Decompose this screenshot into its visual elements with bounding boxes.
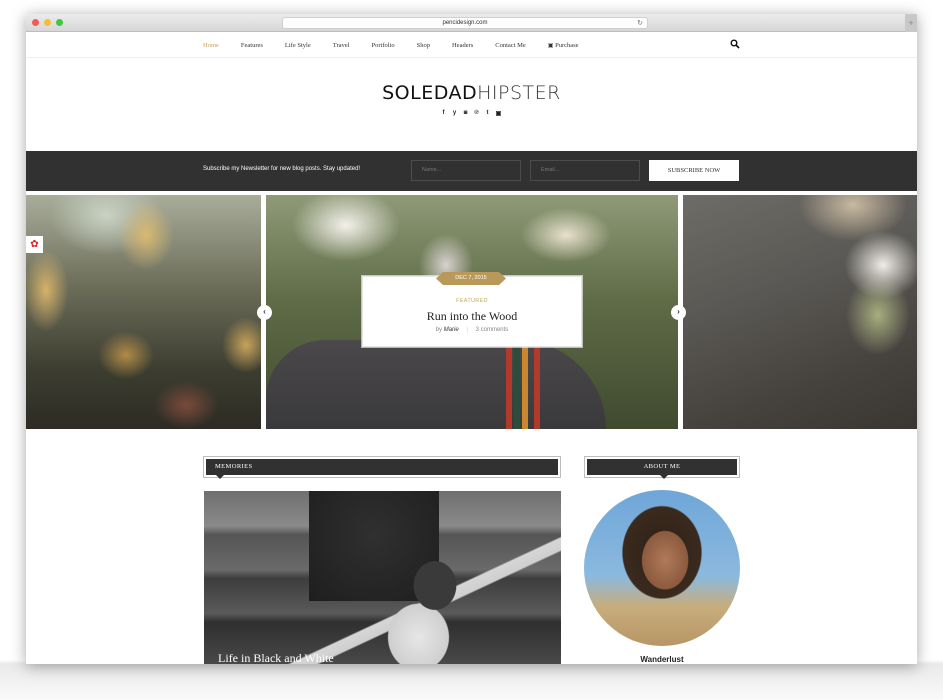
address-bar[interactable]: pencidesign.com ↻ bbox=[282, 17, 648, 29]
post-title[interactable]: Run into the Wood bbox=[363, 309, 581, 324]
maximize-window-button[interactable] bbox=[56, 19, 63, 26]
post-author-link[interactable]: Marie bbox=[444, 327, 459, 333]
nav-item-travel[interactable]: Travel bbox=[333, 42, 350, 49]
slider-prev-button[interactable]: ‹ bbox=[257, 305, 272, 320]
post-by-label: by bbox=[435, 327, 443, 333]
nav-item-purchase[interactable]: ▣ Purchase bbox=[548, 42, 579, 49]
slide-bouquet-tree[interactable] bbox=[683, 195, 917, 429]
about-name: Wanderlust bbox=[640, 655, 684, 664]
nav-item-headers[interactable]: Headers bbox=[452, 42, 473, 49]
main-navigation: Home Features Life Style Travel Portfoli… bbox=[26, 32, 917, 58]
about-section-heading: ABOUT ME bbox=[584, 456, 740, 479]
memories-post-title[interactable]: Life in Black and White bbox=[218, 651, 334, 664]
meta-separator: | bbox=[466, 327, 468, 333]
browser-window: pencidesign.com ↻ + Home Features Life S… bbox=[26, 14, 917, 664]
reload-icon[interactable]: ↻ bbox=[637, 18, 643, 29]
social-links: f y ◙ ℗ t ▣ bbox=[440, 110, 502, 117]
browser-title-bar: pencidesign.com ↻ + bbox=[26, 14, 917, 32]
slide-autumn-leaves[interactable] bbox=[26, 195, 261, 429]
site-logo[interactable]: SOLEDADHIPSTER bbox=[26, 82, 917, 104]
twitter-icon[interactable]: y bbox=[451, 110, 458, 117]
slider-next-button[interactable]: › bbox=[671, 305, 686, 320]
new-tab-button[interactable]: + bbox=[905, 14, 917, 32]
youtube-icon[interactable]: ▣ bbox=[495, 110, 502, 117]
memories-section-heading: MEMORIES bbox=[203, 456, 561, 479]
nav-item-contact-me[interactable]: Contact Me bbox=[495, 42, 526, 49]
featured-slider: ✿ ‹ › DEC 7, 2015 FEATURED Run into the … bbox=[26, 195, 917, 429]
image-woman-on-steps bbox=[369, 551, 479, 664]
post-date-badge: DEC 7, 2015 bbox=[436, 272, 506, 285]
newsletter-text: Subscribe my Newsletter for new blog pos… bbox=[203, 166, 361, 172]
about-avatar bbox=[584, 490, 740, 646]
about-heading-text: ABOUT ME bbox=[587, 459, 737, 479]
featured-post-card[interactable]: DEC 7, 2015 FEATURED Run into the Wood b… bbox=[362, 272, 582, 347]
tumblr-icon[interactable]: t bbox=[484, 110, 491, 117]
blanket-stripe bbox=[534, 335, 540, 429]
nav-item-features[interactable]: Features bbox=[241, 42, 263, 49]
settings-gear-icon[interactable]: ✿ bbox=[26, 236, 43, 253]
screen: pencidesign.com ↻ + Home Features Life S… bbox=[0, 0, 943, 700]
newsletter-email-input[interactable]: Email... bbox=[530, 160, 640, 181]
minimize-window-button[interactable] bbox=[44, 19, 51, 26]
cart-icon: ▣ bbox=[547, 42, 554, 49]
nav-item-home[interactable]: Home bbox=[203, 42, 219, 49]
memories-heading-text: MEMORIES bbox=[206, 459, 558, 479]
pinterest-icon[interactable]: ℗ bbox=[473, 110, 480, 117]
search-icon[interactable] bbox=[730, 39, 740, 49]
nav-item-purchase-label: Purchase bbox=[555, 41, 579, 49]
blanket-stripe bbox=[506, 335, 512, 429]
nav-item-portfolio[interactable]: Portfolio bbox=[371, 42, 394, 49]
post-comments-link[interactable]: 3 comments bbox=[476, 327, 509, 333]
close-window-button[interactable] bbox=[32, 19, 39, 26]
logo-part-hipster: HIPSTER bbox=[477, 82, 561, 104]
facebook-icon[interactable]: f bbox=[440, 110, 447, 117]
logo-part-soledad: SOLEDAD bbox=[382, 82, 478, 104]
nav-item-shop[interactable]: Shop bbox=[417, 42, 430, 49]
instagram-icon[interactable]: ◙ bbox=[462, 110, 469, 117]
post-category[interactable]: FEATURED bbox=[363, 298, 581, 304]
nav-item-life-style[interactable]: Life Style bbox=[285, 42, 311, 49]
newsletter-bar: Subscribe my Newsletter for new blog pos… bbox=[26, 151, 917, 191]
memories-post-image[interactable]: Life in Black and White bbox=[204, 491, 561, 664]
newsletter-name-input[interactable]: Name... bbox=[411, 160, 521, 181]
post-meta: by Marie | 3 comments bbox=[363, 327, 581, 333]
blanket-stripe bbox=[514, 335, 520, 429]
url-text: pencidesign.com bbox=[442, 20, 488, 26]
slide-image-blanket bbox=[266, 340, 606, 429]
window-controls bbox=[32, 19, 63, 26]
subscribe-button[interactable]: SUBSCRIBE NOW bbox=[649, 160, 739, 181]
blanket-stripe bbox=[522, 335, 528, 429]
